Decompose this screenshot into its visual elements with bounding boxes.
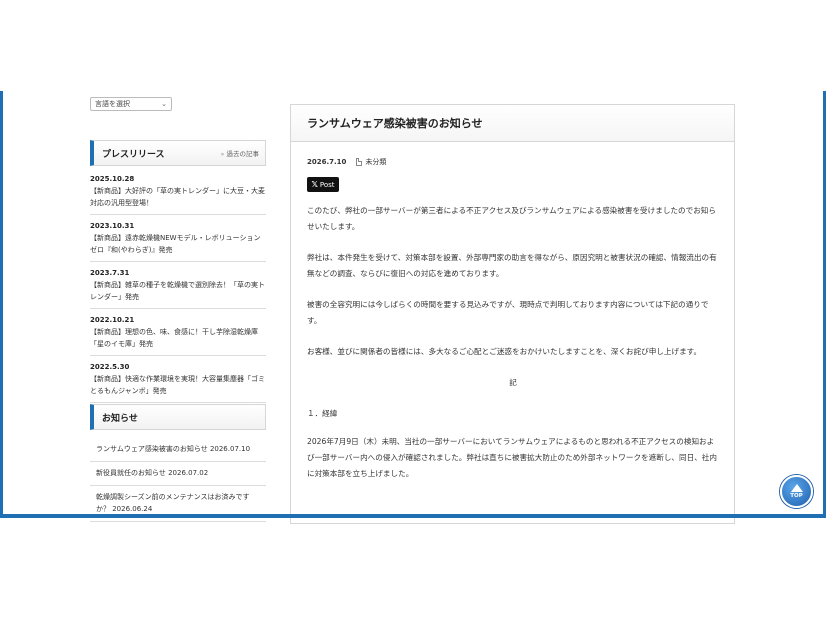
- article-panel: ランサムウェア感染被害のお知らせ 2026.7.10 未分類 𝕏 Post この…: [290, 104, 735, 524]
- press-release-date: 2022.10.21: [90, 316, 135, 324]
- article-meta: 2026.7.10 未分類: [307, 157, 386, 167]
- press-release-item[interactable]: 2023.7.31 【新商品】雑草の種子を乾燥機で選別除去！「草の実トレンダー」…: [90, 266, 266, 309]
- press-release-date: 2025.10.28: [90, 175, 135, 183]
- note-mark: 記: [509, 378, 517, 387]
- press-release-text[interactable]: 【新商品】遠赤乾燥機NEWモデル・レボリューションゼロ『和(やわらぎ)』発売: [90, 232, 266, 256]
- section-heading: １．経緯: [307, 409, 338, 418]
- arrow-up-icon: [790, 484, 803, 492]
- x-logo-icon: 𝕏: [311, 180, 318, 189]
- article-paragraph: このたび、弊社の一部サーバーが第三者による不正アクセス及びランサムウェアによる感…: [307, 206, 716, 231]
- article-paragraph: お客様、並びに関係者の皆様には、多大なるご心配とご迷惑をおかけいたしますことを、…: [307, 347, 702, 356]
- press-release-text[interactable]: 【新商品】理想の色、味、食感に！干し芋除湿乾燥庫「星のイモ庫」発売: [90, 326, 266, 350]
- press-release-header: プレスリリース » 過去の記事: [90, 140, 266, 166]
- document-icon: [356, 158, 363, 166]
- x-post-button[interactable]: 𝕏 Post: [307, 177, 339, 192]
- double-chevron-right-icon: »: [220, 150, 225, 158]
- press-release-item[interactable]: 2022.5.30 【新商品】快適な作業環境を実現！大容量集塵器「ゴミとるもんジ…: [90, 360, 266, 403]
- press-release-item[interactable]: 2022.10.21 【新商品】理想の色、味、食感に！干し芋除湿乾燥庫「星のイモ…: [90, 313, 266, 356]
- press-release-text[interactable]: 【新商品】快適な作業環境を実現！大容量集塵器「ゴミとるもんジャンボ」発売: [90, 373, 266, 397]
- article-body: このたび、弊社の一部サーバーが第三者による不正アクセス及びランサムウェアによる感…: [307, 203, 719, 497]
- news-title: お知らせ: [102, 413, 138, 424]
- language-select[interactable]: 言語を選択 ⌄: [90, 97, 172, 111]
- press-release-item[interactable]: 2025.10.28 【新商品】大好評の「草の実トレンダー」に大豆・大麦対応の汎…: [90, 172, 266, 215]
- article-title: ランサムウェア感染被害のお知らせ: [307, 117, 483, 130]
- article-paragraph: 被害の全容究明には今しばらくの時間を要する見込みですが、現時点で判明しております…: [307, 300, 709, 325]
- news-item[interactable]: 新役員就任のお知らせ 2026.07.02: [90, 462, 266, 486]
- past-articles-label: 過去の記事: [226, 150, 260, 158]
- article-category[interactable]: 未分類: [365, 157, 386, 167]
- article-paragraph: 弊社は、本件発生を受けて、対策本部を設置、外部専門家の助言を得ながら、原因究明と…: [307, 253, 717, 278]
- chevron-down-icon: ⌄: [161, 100, 167, 108]
- press-release-title: プレスリリース: [102, 149, 165, 160]
- article-header: ランサムウェア感染被害のお知らせ: [291, 105, 734, 142]
- news-header: お知らせ: [90, 404, 266, 430]
- past-articles-link[interactable]: » 過去の記事: [221, 148, 259, 158]
- press-release-list: 2025.10.28 【新商品】大好評の「草の実トレンダー」に大豆・大麦対応の汎…: [90, 172, 266, 407]
- frame-edge-left: [0, 91, 3, 518]
- press-release-item[interactable]: 2023.10.31 【新商品】遠赤乾燥機NEWモデル・レボリューションゼロ『和…: [90, 219, 266, 262]
- back-to-top-button[interactable]: TOP: [780, 475, 813, 508]
- back-to-top-label: TOP: [790, 493, 803, 499]
- news-list: ランサムウェア感染被害のお知らせ 2026.07.10 新役員就任のお知らせ 2…: [90, 438, 266, 522]
- press-release-date: 2022.5.30: [90, 363, 130, 371]
- news-item[interactable]: ランサムウェア感染被害のお知らせ 2026.07.10: [90, 438, 266, 462]
- post-button-label: Post: [319, 180, 335, 189]
- press-release-date: 2023.7.31: [90, 269, 130, 277]
- language-select-label: 言語を選択: [95, 100, 130, 108]
- frame-edge-bottom: [0, 514, 826, 518]
- article-date: 2026.7.10: [307, 158, 347, 166]
- press-release-text[interactable]: 【新商品】大好評の「草の実トレンダー」に大豆・大麦対応の汎用型登場！: [90, 185, 266, 209]
- press-release-date: 2023.10.31: [90, 222, 135, 230]
- section-text: 2026年7月9日（木）未明、当社の一部サーバーにおいてランサムウェアによるもの…: [307, 437, 717, 478]
- press-release-text[interactable]: 【新商品】雑草の種子を乾燥機で選別除去！「草の実トレンダー」発売: [90, 279, 266, 303]
